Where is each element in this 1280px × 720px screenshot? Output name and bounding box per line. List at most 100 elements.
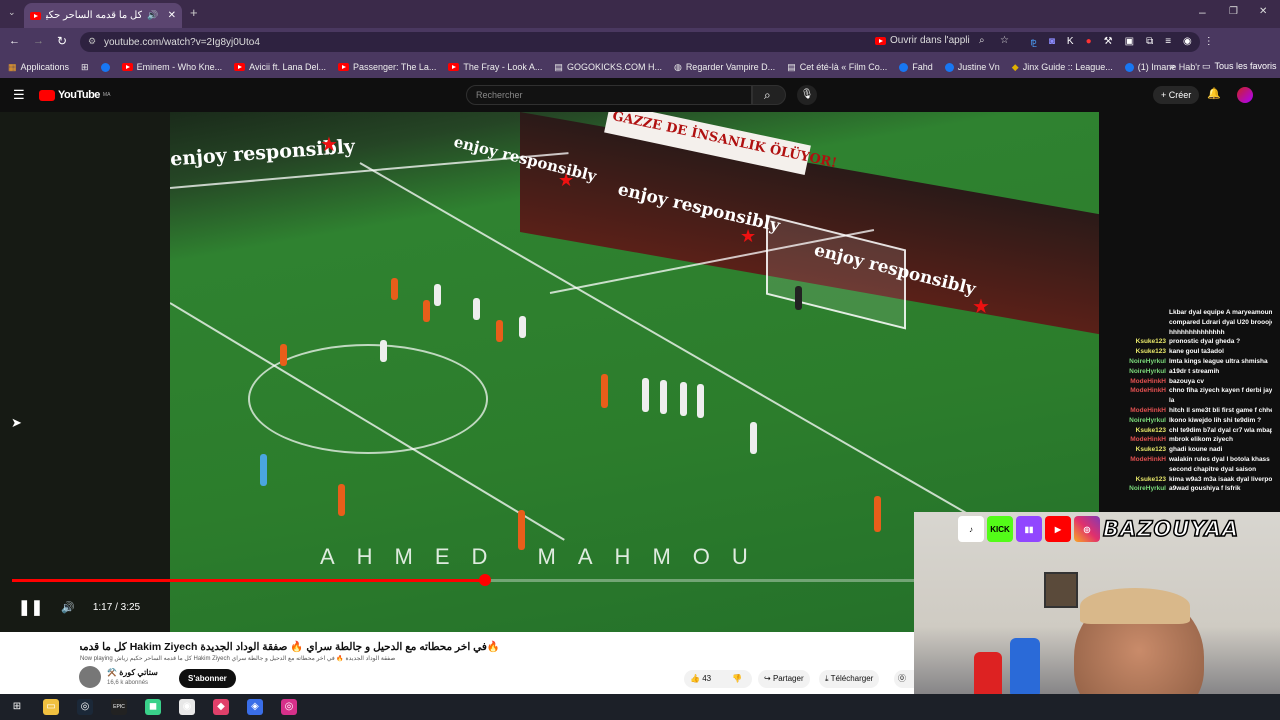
restore-icon[interactable]: ❐ xyxy=(1229,6,1238,17)
app-icon[interactable]: ◼ xyxy=(136,694,170,720)
file-explorer-icon[interactable]: ▭ xyxy=(34,694,68,720)
youtube-logo[interactable]: YouTube MA xyxy=(39,89,110,101)
pause-icon[interactable]: ❚❚ xyxy=(18,598,43,616)
bookmark-item[interactable]: ▤ GOGOKICKS.COM H... xyxy=(554,62,662,73)
social-logos: ♪ KICK ▮▮ ▶ ◎ BAZOUYAA xyxy=(958,516,1239,542)
extension-red-icon[interactable]: ● xyxy=(1086,36,1092,50)
bookmark-label: Avicii ft. Lana Del... xyxy=(249,62,326,72)
profile-avatar-icon[interactable]: ◉ xyxy=(1183,36,1192,50)
notifications-icon[interactable]: 🔔 xyxy=(1207,87,1221,100)
back-icon[interactable]: ← xyxy=(9,35,20,47)
video-progress-bar[interactable] xyxy=(12,574,914,586)
youtube-header: ☰ YouTube MA Rechercher ⌕ 🎙 + Créer 🔔 xyxy=(0,78,1280,112)
audio-icon[interactable]: 🔊 xyxy=(147,10,158,21)
extensions-row: ⅊ ◙ K ● ⚒ ▣ ⧉ ≡ ◉ ⋮ xyxy=(1030,36,1214,50)
extension-c-icon[interactable]: ◙ xyxy=(1049,36,1055,50)
extension-tool-icon[interactable]: ⚒ xyxy=(1104,36,1113,50)
voice-search-icon[interactable]: 🎙 xyxy=(797,85,817,105)
bookmark-item[interactable]: Passenger: The La... xyxy=(338,62,436,72)
instagram-icon[interactable]: ◎ xyxy=(272,694,306,720)
browser-icon[interactable]: ◈ xyxy=(238,694,272,720)
bookmark-item[interactable]: Justine Vn xyxy=(944,62,1000,72)
all-bookmarks[interactable]: ▭ Tous les favoris xyxy=(1202,61,1277,72)
thanks-icon[interactable]: ⓪ xyxy=(894,670,914,688)
tab-list-icon[interactable]: ⌄ xyxy=(8,7,16,18)
progress-scrubber[interactable] xyxy=(478,574,491,586)
epic-games-icon[interactable]: EPIC xyxy=(102,694,136,720)
site-info-icon[interactable]: ⚙ xyxy=(88,36,96,47)
bookmark-item[interactable]: (1) Imane Hab'r xyxy=(1124,62,1200,72)
bookmark-item[interactable] xyxy=(100,62,110,72)
bookmark-label: Eminem - Who Kne... xyxy=(136,62,223,72)
bookmark-label: Fahd xyxy=(912,62,933,72)
steam-icon[interactable]: ◎ xyxy=(68,694,102,720)
extension-k-icon[interactable]: K xyxy=(1067,36,1074,50)
zoom-icon[interactable]: ⌕ xyxy=(979,35,985,46)
bookmark-item[interactable]: Eminem - Who Kne... xyxy=(121,62,223,72)
extensions-puzzle-icon[interactable]: ⧉ xyxy=(1146,36,1153,50)
chat-text: pronostic dyal gheda ? xyxy=(1169,338,1241,346)
forward-icon[interactable]: → xyxy=(33,35,44,47)
create-label: Créer xyxy=(1168,90,1192,100)
open-in-app-button[interactable]: Ouvrir dans l'appli xyxy=(875,35,970,46)
bookmark-item[interactable]: ◆ Jinx Guide :: League... xyxy=(1012,62,1113,73)
bookmark-star-icon[interactable]: ☆ xyxy=(1000,35,1009,46)
new-tab-icon[interactable]: + xyxy=(190,5,198,20)
chat-username xyxy=(1100,396,1166,406)
player xyxy=(874,496,881,532)
more-bookmarks-icon[interactable]: » xyxy=(1170,61,1175,71)
hamburger-menu-icon[interactable]: ☰ xyxy=(13,87,25,103)
site-icon: ▤ xyxy=(787,61,796,72)
like-count: 43 xyxy=(702,674,712,683)
share-button[interactable]: ↪ Partager xyxy=(758,670,810,688)
minimize-icon[interactable]: – xyxy=(1199,5,1206,19)
player xyxy=(519,316,526,338)
bookmark-item[interactable]: Fahd xyxy=(899,62,933,72)
chat-message: Ksuke123 chl te9dim b7al dyal cr7 wla mba… xyxy=(1100,426,1272,436)
chrome-icon[interactable]: ◉ xyxy=(170,694,204,720)
video-letterbox-left: ➤ xyxy=(0,112,170,632)
search-input[interactable]: Rechercher xyxy=(466,85,752,105)
bookmark-apps[interactable]: ▦ Applications xyxy=(8,62,69,73)
chat-text: lmta kings league ultra shmisha xyxy=(1169,357,1268,365)
account-avatar[interactable] xyxy=(1237,87,1253,103)
facebook-icon xyxy=(899,62,909,72)
chrome-menu-icon[interactable]: ⋮ xyxy=(1204,36,1214,50)
bookmark-grid[interactable]: ⊞ xyxy=(81,62,89,73)
chat-message: la xyxy=(1100,396,1272,406)
bookmark-label: Jinx Guide :: League... xyxy=(1022,62,1113,72)
browser-icon-glyph: ◈ xyxy=(247,699,263,715)
active-tab[interactable]: كل ما قدمه الساحر حكيم زياش 🔊 ✕ xyxy=(24,3,182,28)
like-icon[interactable]: 👍 xyxy=(690,674,700,683)
bookmark-item[interactable]: Avicii ft. Lana Del... xyxy=(234,62,326,72)
windows-start-icon[interactable]: ⊞ xyxy=(0,694,34,720)
chat-message: NoireHyrkul a19dr t streamih xyxy=(1100,367,1272,377)
extension-translate-icon[interactable]: ⅊ xyxy=(1030,36,1037,50)
search-button[interactable]: ⌕ xyxy=(752,85,786,105)
dislike-icon[interactable]: 👎 xyxy=(732,670,742,688)
chat-text: kima w9a3 m3a isaak dyal liverpool xyxy=(1169,475,1272,483)
bookmark-item[interactable]: ▤ Cet été-là « Film Co... xyxy=(787,62,887,73)
download-button[interactable]: ⤓ Télécharger xyxy=(819,670,880,688)
player xyxy=(697,384,704,418)
create-button[interactable]: + Créer xyxy=(1153,86,1200,104)
bookmark-item[interactable]: The Fray - Look A... xyxy=(448,62,542,72)
media-control-icon[interactable]: ≡ xyxy=(1165,36,1171,50)
bookmark-label: Applications xyxy=(20,62,70,72)
volume-icon[interactable]: 🔊 xyxy=(61,601,75,614)
close-window-icon[interactable]: ✕ xyxy=(1259,6,1267,17)
bookmark-item[interactable]: ◍ Regarder Vampire D... xyxy=(674,62,775,73)
chat-text: a9wad goushiya f lsfrik xyxy=(1169,485,1241,493)
reload-icon[interactable]: ↻ xyxy=(57,34,67,48)
extension-box-icon[interactable]: ▣ xyxy=(1125,36,1134,50)
chat-username: NoireHyrkul xyxy=(1129,485,1166,493)
open-in-app-label: Ouvrir dans l'appli xyxy=(890,35,970,46)
channel-name[interactable]: ⚒️ ستاتي كورة xyxy=(107,668,158,677)
player xyxy=(473,298,480,320)
channel-avatar[interactable] xyxy=(79,666,101,688)
facebook-icon xyxy=(944,62,954,72)
subscriber-count: 16,6 k abonnés xyxy=(107,680,149,686)
tab-close-icon[interactable]: ✕ xyxy=(168,10,176,21)
subscribe-button[interactable]: S'abonner xyxy=(179,669,236,688)
game-icon[interactable]: ◆ xyxy=(204,694,238,720)
